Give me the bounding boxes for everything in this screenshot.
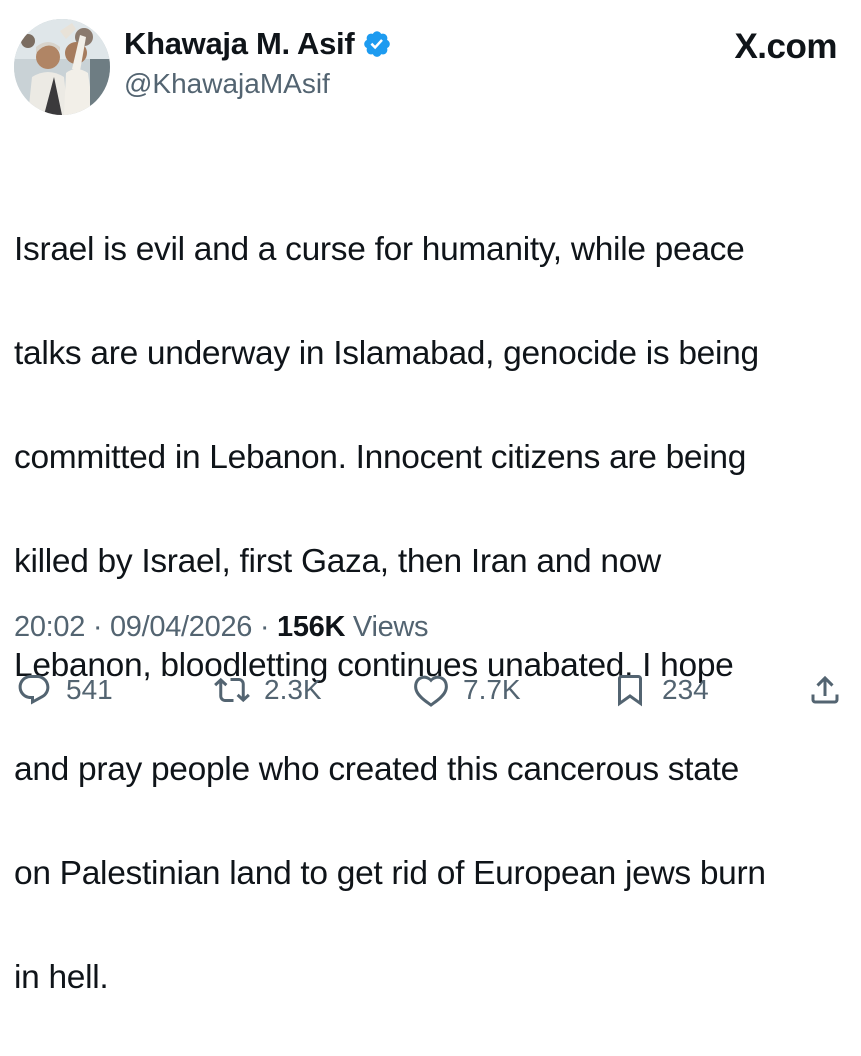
- repost-icon: [214, 677, 250, 703]
- like-count: 7.7K: [463, 674, 521, 705]
- author-handle[interactable]: @KhawajaMAsif: [124, 68, 330, 100]
- author-name-row[interactable]: Khawaja M. Asif: [124, 26, 392, 62]
- action-bar: 541 2.3K 7.7K 234: [0, 672, 861, 722]
- avatar[interactable]: [14, 19, 110, 115]
- verified-badge-icon: [364, 31, 391, 57]
- profile-photo: [14, 19, 110, 115]
- tweet-text-line: in hell.: [14, 959, 109, 996]
- tweet-text-line: on Palestinian land to get rid of Europe…: [14, 855, 766, 892]
- views-count[interactable]: 156K: [277, 611, 345, 643]
- bookmark-icon: [618, 675, 642, 707]
- tweet-meta: 20:02 · 09/04/2026 · 156K Views: [14, 611, 429, 644]
- like-button[interactable]: 7.7K: [413, 672, 521, 708]
- share-button[interactable]: [807, 672, 843, 708]
- share-icon: [811, 675, 839, 704]
- tweet-time[interactable]: 20:02: [14, 611, 85, 643]
- tweet-text-line: Israel is evil and a curse for humanity,…: [14, 231, 745, 268]
- tweet-text-line: killed by Israel, first Gaza, then Iran …: [14, 543, 661, 580]
- meta-separator: ·: [259, 611, 270, 643]
- display-name[interactable]: Khawaja M. Asif: [124, 26, 355, 62]
- bookmark-count: 234: [662, 674, 709, 705]
- repost-button[interactable]: 2.3K: [214, 672, 322, 708]
- tweet-date[interactable]: 09/04/2026: [110, 611, 252, 643]
- like-icon: [414, 675, 448, 707]
- site-label: X.com: [734, 27, 837, 66]
- repost-count: 2.3K: [264, 674, 322, 705]
- reply-icon: [18, 675, 50, 705]
- reply-count: 541: [66, 674, 113, 705]
- reply-button[interactable]: 541: [16, 672, 113, 708]
- tweet-text-line: and pray people who created this cancero…: [14, 751, 739, 788]
- tweet-text-line: talks are underway in Islamabad, genocid…: [14, 335, 759, 372]
- tweet-text-line: committed in Lebanon. Innocent citizens …: [14, 439, 747, 476]
- views-label: Views: [352, 611, 429, 643]
- meta-separator: ·: [92, 611, 103, 643]
- bookmark-button[interactable]: 234: [612, 672, 709, 708]
